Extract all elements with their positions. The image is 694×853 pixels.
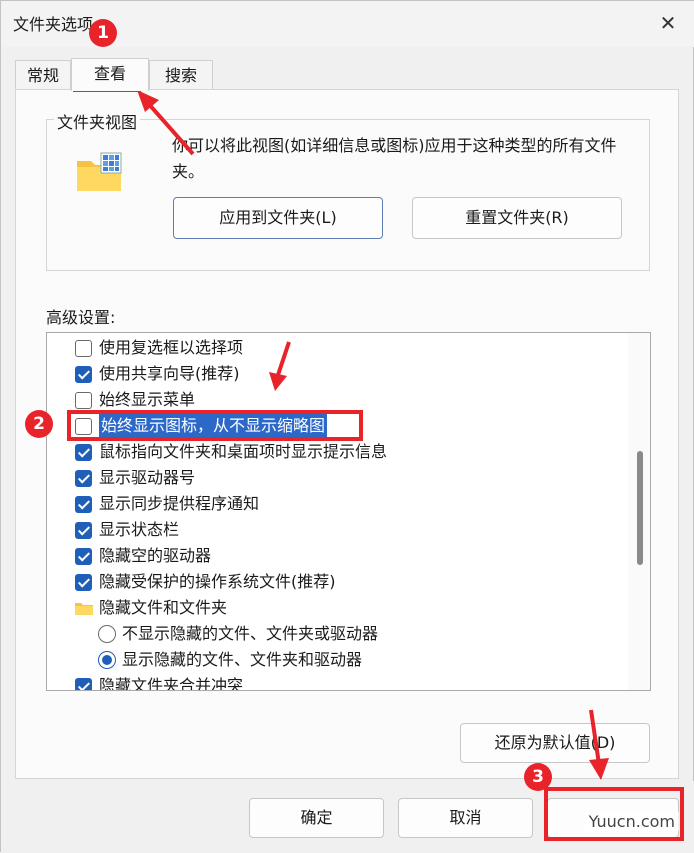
list-item-label: 显示隐藏的文件、文件夹和驱动器 [122, 650, 363, 669]
scrollbar[interactable] [628, 333, 650, 690]
folder-views-description: 你可以将此视图(如详细信息或图标)应用于这种类型的所有文件夹。 [172, 136, 617, 181]
list-item-label: 显示同步提供程序通知 [99, 494, 260, 513]
list-item-label: 显示状态栏 [99, 520, 180, 539]
checkbox[interactable] [75, 678, 92, 690]
checkbox[interactable] [75, 444, 92, 461]
folder-options-dialog: 文件夹选项 ✕ 常规 查看 搜索 文件夹视图 你可以将此视图(如详细信息或图标)… [0, 0, 694, 853]
restore-defaults-button[interactable]: 还原为默认值(D) [460, 723, 650, 763]
annotation-badge-2: 2 [25, 410, 53, 438]
scroll-thumb[interactable] [637, 451, 643, 565]
list-item-label: 隐藏文件夹合并冲突 [99, 676, 244, 691]
list-item-label: 鼠标指向文件夹和桌面项时显示提示信息 [99, 442, 388, 461]
annotation-badge-1: 1 [89, 19, 117, 47]
checkbox[interactable] [75, 548, 92, 565]
checkbox[interactable] [75, 496, 92, 513]
annotation-arrow-1 [137, 90, 195, 156]
apply-to-folders-button[interactable]: 应用到文件夹(L) [173, 197, 383, 239]
tab-general[interactable]: 常规 [15, 60, 71, 90]
advanced-settings-label: 高级设置: [46, 308, 116, 327]
reset-folders-button[interactable]: 重置文件夹(R) [412, 197, 622, 239]
cancel-button[interactable]: 取消 [398, 798, 533, 838]
radio-button[interactable] [98, 651, 116, 669]
list-item-label: 使用共享向导(推荐) [99, 364, 240, 383]
tab-view[interactable]: 查看 [71, 58, 149, 91]
checkbox[interactable] [75, 522, 92, 539]
checkbox[interactable] [75, 392, 92, 409]
folder-views-title: 文件夹视图 [54, 109, 141, 133]
close-button[interactable]: ✕ [651, 7, 685, 39]
checkbox[interactable] [75, 340, 92, 357]
list-item-label: 不显示隐藏的文件、文件夹或驱动器 [122, 624, 379, 643]
annotation-badge-3: 3 [524, 763, 552, 791]
list-item-label: 使用复选框以选择项 [99, 338, 244, 357]
annotation-box-2 [67, 410, 363, 441]
checkbox[interactable] [75, 366, 92, 383]
radio-button[interactable] [98, 625, 116, 643]
ok-button[interactable]: 确定 [249, 798, 384, 838]
window-title: 文件夹选项 [13, 15, 94, 34]
folder-icon [75, 603, 93, 615]
list-item-label: 隐藏受保护的操作系统文件(推荐) [99, 572, 336, 591]
annotation-arrow-2 [269, 341, 291, 391]
list-item-label: 隐藏空的驱动器 [99, 546, 212, 565]
close-icon: ✕ [659, 11, 677, 35]
watermark: Yuucn.com [584, 812, 679, 831]
advanced-settings-list[interactable]: 使用复选框以选择项 使用共享向导(推荐) 始终显示菜单 始终显示图标，从不显示缩… [46, 332, 651, 691]
folder-view-icon [77, 152, 122, 191]
checkbox[interactable] [75, 470, 92, 487]
annotation-arrow-3 [589, 709, 609, 780]
list-item-label: 隐藏文件和文件夹 [99, 598, 228, 617]
checkbox[interactable] [75, 574, 92, 591]
list-item-label: 显示驱动器号 [99, 468, 196, 487]
